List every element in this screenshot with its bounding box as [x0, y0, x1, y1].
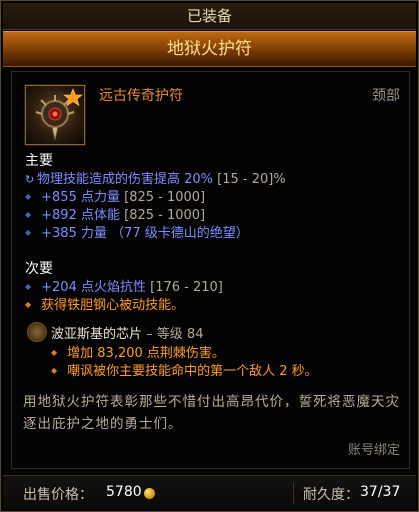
- footer-divider: [293, 482, 294, 504]
- primary-stat: +855 点力量 [825 - 1000]: [25, 186, 205, 205]
- sell-price-value: 5780: [106, 484, 142, 500]
- item-name: 地狱火护符: [3, 31, 416, 67]
- item-slot: 颈部: [372, 88, 400, 104]
- primary-stat: ↻ 物理技能造成的伤害提高 20% [15 - 20]%: [25, 172, 286, 187]
- flavor-text: 用地狱火护符表彰那些不惜付出高昂代价，誓死将恶魔天灾逐出庇护之地的勇士们。: [23, 394, 400, 432]
- durability-value: 37/37: [360, 484, 401, 500]
- equipped-label: 已装备: [3, 3, 416, 30]
- primary-heading: 主要: [25, 153, 53, 169]
- secondary-stat: 获得铁胆钢心被动技能。: [25, 294, 184, 313]
- item-tooltip: 已装备 地狱火护符 远古传奇护符 颈部 主要 ↻ 物理技能造成的伤害提高 20% …: [0, 0, 419, 512]
- sell-price-label: 出售价格：: [23, 487, 93, 503]
- primary-stat: +892 点体能 [825 - 1000]: [25, 204, 205, 223]
- account-bound-label: 账号绑定: [347, 443, 400, 458]
- star-icon: [63, 88, 83, 107]
- gem-effect: 增加 83,200 点荆棘伤害。: [51, 342, 225, 361]
- gold-coin-icon: [144, 488, 155, 499]
- secondary-heading: 次要: [25, 261, 53, 277]
- refresh-icon: ↻: [25, 173, 35, 186]
- durability-label: 耐久度：: [303, 487, 359, 503]
- item-type: 远古传奇护符: [99, 88, 183, 104]
- amulet-icon: [25, 85, 85, 145]
- gem-name: 波亚斯基的芯片 – 等级 84: [51, 327, 204, 342]
- gem-icon: [27, 322, 47, 342]
- gem-effect: 嘲讽被你主要技能命中的第一个敌人 2 秒。: [51, 360, 318, 379]
- secondary-stat: +204 点火焰抗性 [176 - 210]: [25, 276, 223, 295]
- tooltip-footer: 出售价格： 5780 耐久度： 37/37: [3, 475, 416, 510]
- primary-stat: +385 力量 （77 级卡德山的绝望）: [25, 222, 249, 241]
